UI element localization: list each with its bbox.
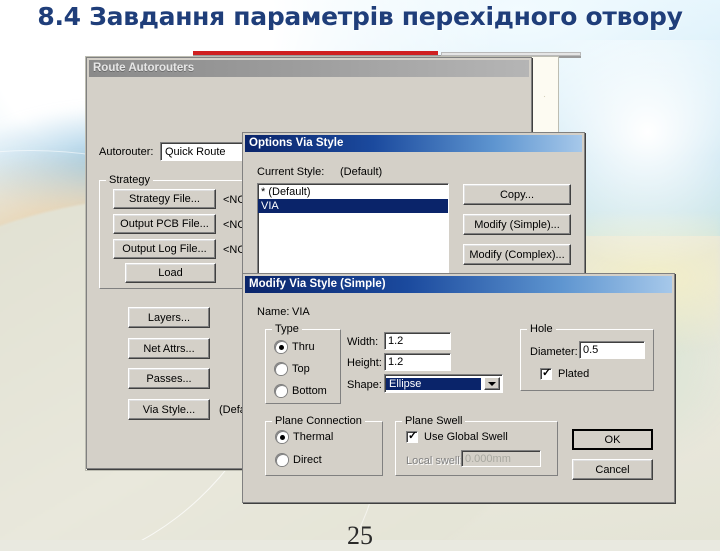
checkbox-icon	[540, 366, 552, 380]
options-via-style-titlebar[interactable]: Options Via Style	[245, 135, 582, 152]
plated-label: Plated	[558, 368, 590, 380]
shape-combo-value: Ellipse	[386, 377, 481, 390]
width-input[interactable]: 1.2	[384, 332, 451, 350]
page-number: 25	[347, 521, 373, 550]
width-label: Width:	[347, 336, 379, 348]
plane-connection-group: Plane Connection	[265, 415, 383, 476]
radio-dot-icon	[275, 385, 287, 397]
use-global-swell-label: Use Global Swell	[424, 431, 508, 443]
strategy-group-caption: Strategy	[106, 174, 153, 186]
modify-complex-button[interactable]: Modify (Complex)...	[463, 244, 571, 265]
hole-group-caption: Hole	[527, 323, 556, 335]
use-global-swell-checkbox[interactable]: Use Global Swell	[406, 429, 508, 443]
name-label: Name:	[257, 306, 290, 318]
plane-swell-group: Plane Swell	[395, 415, 558, 476]
shape-combo[interactable]: Ellipse	[384, 374, 503, 393]
radio-type-top-label: Top	[292, 363, 310, 375]
autorouter-label: Autorouter:	[99, 146, 154, 158]
via-style-button[interactable]: Via Style...	[128, 399, 210, 420]
rule-red-segment	[193, 51, 438, 55]
diameter-input[interactable]: 0.5	[579, 341, 645, 359]
radio-plane-thermal-label: Thermal	[293, 431, 334, 443]
current-style-value: (Default)	[340, 166, 383, 178]
layers-button[interactable]: Layers...	[128, 307, 210, 328]
cancel-button[interactable]: Cancel	[572, 459, 653, 480]
radio-type-bottom[interactable]: Bottom	[275, 385, 327, 397]
radio-dot-icon	[276, 431, 288, 443]
type-group-caption: Type	[272, 323, 302, 335]
list-item[interactable]: VIA	[258, 199, 448, 213]
slide-title: 8.4 Завдання параметрів перехідного отво…	[37, 2, 683, 31]
local-swell-input: 0.000mm	[461, 450, 541, 467]
radio-dot-icon	[275, 341, 287, 353]
load-button[interactable]: Load	[125, 263, 216, 283]
modify-via-style-window[interactable]: Modify Via Style (Simple) Name: VIA Type…	[242, 273, 675, 503]
via-style-listbox[interactable]: * (Default) VIA	[257, 183, 449, 275]
local-swell-label: Local swell:	[406, 455, 463, 467]
name-value: VIA	[292, 306, 310, 318]
output-log-file-button[interactable]: Output Log File...	[113, 239, 216, 259]
options-via-style-window[interactable]: Options Via Style Current Style: (Defaul…	[242, 132, 585, 279]
radio-type-thru-label: Thru	[292, 341, 315, 353]
net-attrs-button[interactable]: Net Attrs...	[128, 338, 210, 359]
route-autorouters-titlebar[interactable]: Route Autorouters	[89, 60, 529, 77]
strategy-file-button[interactable]: Strategy File...	[113, 189, 216, 209]
height-label: Height:	[347, 357, 382, 369]
chevron-down-icon[interactable]	[484, 377, 500, 390]
plane-connection-group-caption: Plane Connection	[272, 415, 365, 427]
hole-group: Hole	[520, 323, 654, 391]
radio-type-thru[interactable]: Thru	[275, 341, 315, 353]
height-input[interactable]: 1.2	[384, 353, 451, 371]
list-item[interactable]: * (Default)	[258, 185, 448, 199]
radio-plane-direct-label: Direct	[293, 454, 322, 466]
radio-dot-icon	[276, 454, 288, 466]
checkbox-icon	[406, 429, 418, 443]
modify-simple-button[interactable]: Modify (Simple)...	[463, 214, 571, 235]
shape-label: Shape:	[347, 379, 382, 391]
radio-dot-icon	[275, 363, 287, 375]
plated-checkbox[interactable]: Plated	[540, 366, 590, 380]
radio-plane-thermal[interactable]: Thermal	[276, 431, 333, 443]
plane-swell-group-caption: Plane Swell	[402, 415, 466, 427]
copy-button[interactable]: Copy...	[463, 184, 571, 205]
diameter-label: Diameter:	[530, 346, 578, 358]
current-style-label: Current Style:	[257, 166, 325, 178]
output-pcb-file-button[interactable]: Output PCB File...	[113, 214, 216, 234]
radio-type-top[interactable]: Top	[275, 363, 310, 375]
modify-via-style-titlebar[interactable]: Modify Via Style (Simple)	[245, 276, 672, 293]
radio-type-bottom-label: Bottom	[292, 385, 327, 397]
ok-button[interactable]: OK	[572, 429, 653, 450]
passes-button[interactable]: Passes...	[128, 368, 210, 389]
radio-plane-direct[interactable]: Direct	[276, 454, 322, 466]
